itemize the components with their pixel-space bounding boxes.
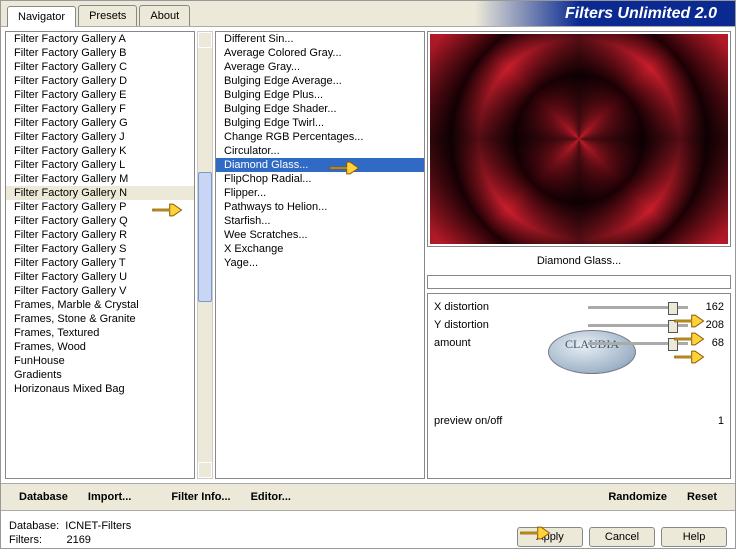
main-area: Filter Factory Gallery AFilter Factory G… [1,27,735,483]
filters-value: 2169 [66,534,90,546]
filter-item[interactable]: Change RGB Percentages... [216,130,424,144]
category-item[interactable]: FunHouse [6,354,194,368]
import-button[interactable]: Import... [78,488,141,506]
category-item[interactable]: Frames, Marble & Crystal [6,298,194,312]
category-item[interactable]: Filter Factory Gallery G [6,116,194,130]
filters-label: Filters: [9,534,42,546]
footer-buttons: Apply Cancel Help [517,527,727,547]
category-item[interactable]: Gradients [6,368,194,382]
tabs: NavigatorPresetsAbout [1,1,192,26]
param-slider[interactable] [588,324,688,327]
param-value: 68 [694,337,724,349]
cancel-button[interactable]: Cancel [589,527,655,547]
filter-item[interactable]: Average Gray... [216,60,424,74]
category-item[interactable]: Filter Factory Gallery B [6,46,194,60]
app-title: Filters Unlimited 2.0 [475,1,735,26]
database-button[interactable]: Database [9,488,78,506]
category-item[interactable]: Filter Factory Gallery M [6,172,194,186]
filter-item[interactable]: Bulging Edge Average... [216,74,424,88]
footer: Database: ICNET-Filters Filters: 2169 Ap… [1,511,735,555]
filter-item[interactable]: Bulging Edge Plus... [216,88,424,102]
param-label: X distortion [434,301,582,313]
filter-item[interactable]: Starfish... [216,214,424,228]
category-item[interactable]: Filter Factory Gallery F [6,102,194,116]
category-item[interactable]: Filter Factory Gallery P [6,200,194,214]
tab-navigator[interactable]: Navigator [7,6,76,27]
filter-item[interactable]: Pathways to Helion... [216,200,424,214]
category-item[interactable]: Frames, Textured [6,326,194,340]
category-item[interactable]: Filter Factory Gallery J [6,130,194,144]
category-item[interactable]: Frames, Stone & Granite [6,312,194,326]
help-button[interactable]: Help [661,527,727,547]
apply-button[interactable]: Apply [517,527,583,547]
category-item[interactable]: Filter Factory Gallery S [6,242,194,256]
category-item[interactable]: Filter Factory Gallery R [6,228,194,242]
category-item[interactable]: Filter Factory Gallery K [6,144,194,158]
category-scrollbar[interactable] [197,31,213,479]
param-value: 162 [694,301,724,313]
param-slider[interactable] [588,306,688,309]
filter-item[interactable]: Wee Scratches... [216,228,424,242]
category-item[interactable]: Filter Factory Gallery C [6,60,194,74]
category-list[interactable]: Filter Factory Gallery AFilter Factory G… [5,31,195,479]
reset-button[interactable]: Reset [677,488,727,506]
category-item[interactable]: Filter Factory Gallery D [6,74,194,88]
filter-item[interactable]: Bulging Edge Shader... [216,102,424,116]
preview-frame [427,31,731,247]
editor-button[interactable]: Editor... [241,488,301,506]
param-label: Y distortion [434,319,582,331]
filter-item[interactable]: X Exchange [216,242,424,256]
scroll-down-icon[interactable] [198,462,212,478]
filter-item[interactable]: Different Sin... [216,32,424,46]
preview-label: Diamond Glass... [427,251,731,271]
progress-bar [427,275,731,289]
right-panel: Diamond Glass... CLAUDIA X distortion 162… [427,31,731,479]
scroll-thumb[interactable] [198,172,212,302]
category-item[interactable]: Filter Factory Gallery A [6,32,194,46]
parameters-panel: CLAUDIA X distortion162Y distortion208am… [427,293,731,479]
category-item[interactable]: Filter Factory Gallery L [6,158,194,172]
footer-info: Database: ICNET-Filters Filters: 2169 [9,519,131,547]
category-item[interactable]: Filter Factory Gallery U [6,270,194,284]
header-bar: NavigatorPresetsAbout Filters Unlimited … [1,1,735,27]
category-item[interactable]: Filter Factory Gallery N [6,186,194,200]
db-label: Database: [9,520,59,532]
filter-item[interactable]: Average Colored Gray... [216,46,424,60]
filter-item[interactable]: FlipChop Radial... [216,172,424,186]
category-item[interactable]: Filter Factory Gallery Q [6,214,194,228]
param-slider[interactable] [588,342,688,345]
preview-toggle-row: preview on/off1 [434,412,724,430]
scroll-track[interactable] [198,48,212,462]
toolbar: Database Import... Filter Info... Editor… [1,483,735,511]
scroll-up-icon[interactable] [198,32,212,48]
randomize-button[interactable]: Randomize [598,488,677,506]
category-item[interactable]: Horizonaus Mixed Bag [6,382,194,396]
category-item[interactable]: Frames, Wood [6,340,194,354]
db-value: ICNET-Filters [65,520,131,532]
filter-item[interactable]: Diamond Glass... [216,158,424,172]
param-row: X distortion 162 [434,298,724,316]
category-item[interactable]: Filter Factory Gallery E [6,88,194,102]
param-value: 208 [694,319,724,331]
preview-toggle-label: preview on/off [434,415,694,427]
filter-item[interactable]: Bulging Edge Twirl... [216,116,424,130]
tab-presets[interactable]: Presets [78,5,137,26]
filter-item[interactable]: Circulator... [216,144,424,158]
filter-item[interactable]: Flipper... [216,186,424,200]
category-item[interactable]: Filter Factory Gallery V [6,284,194,298]
watermark-badge: CLAUDIA [548,330,636,374]
preview-toggle-value: 1 [694,415,724,427]
filter-info-button[interactable]: Filter Info... [161,488,240,506]
tab-about[interactable]: About [139,5,190,26]
category-item[interactable]: Filter Factory Gallery T [6,256,194,270]
filter-item[interactable]: Yage... [216,256,424,270]
preview-image [430,34,728,244]
filter-list[interactable]: Different Sin...Average Colored Gray...A… [215,31,425,479]
